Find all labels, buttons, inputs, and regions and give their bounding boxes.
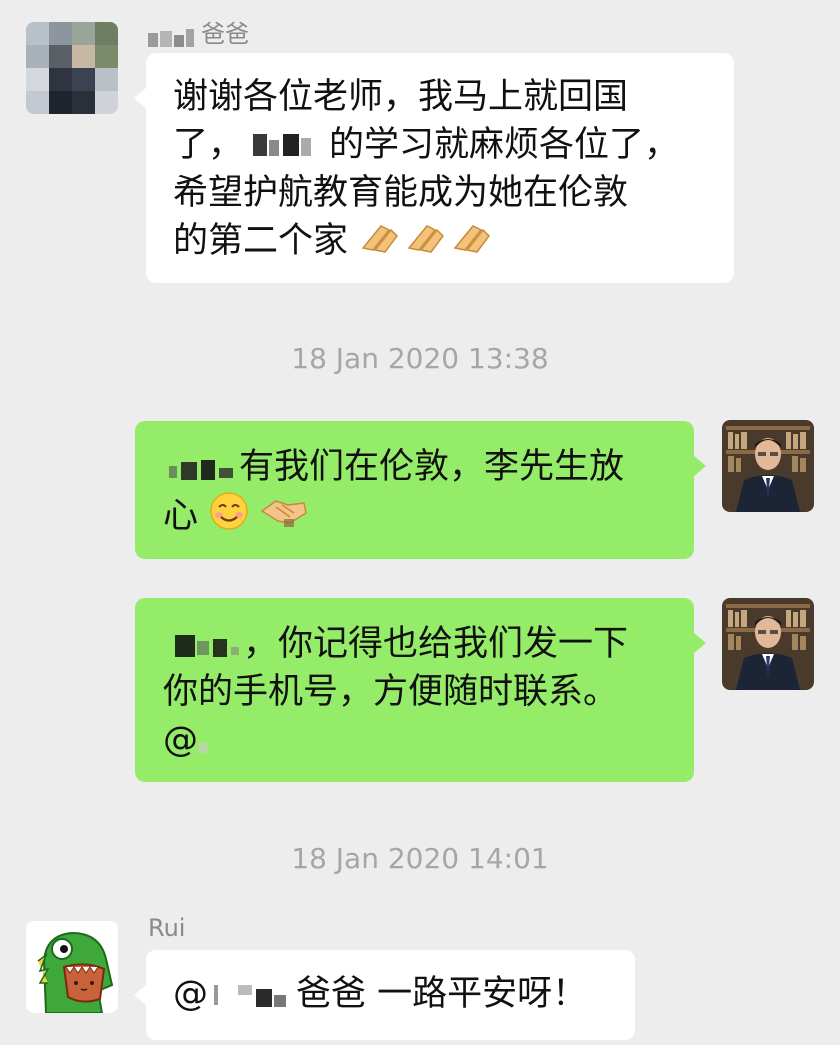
- praying-hands-icon: [359, 218, 495, 267]
- timestamp-2: 18 Jan 2020 14:01: [291, 842, 549, 875]
- message-line: 心: [163, 491, 694, 544]
- advisor-avatar-2[interactable]: [722, 598, 814, 690]
- message-line: @: [163, 716, 694, 764]
- redacted-name-icon: [243, 132, 329, 160]
- pixelated-avatar-icon: [26, 22, 118, 114]
- sender-name-dad: 爸爸: [148, 14, 249, 49]
- sender-avatar-dad[interactable]: [26, 22, 118, 114]
- message-line: 有我们在伦敦，李先生放: [163, 443, 694, 491]
- message-line: 谢谢各位老师，我马上就回国: [173, 77, 629, 117]
- sender-name-rui: Rui: [148, 914, 186, 942]
- message-line: @ 爸爸 一路平安呀！: [173, 974, 588, 1014]
- advisor-avatar-1[interactable]: [722, 420, 814, 512]
- redacted-name-icon: [208, 981, 296, 1009]
- redacted-name-icon: [163, 631, 243, 659]
- redacted-name-icon: [148, 27, 196, 49]
- message-bubble-1[interactable]: 谢谢各位老师，我马上就回国 了， 的学习就麻烦各位了， 希望护航教育能成为她在伦…: [134, 53, 734, 283]
- redacted-name-icon: [163, 454, 239, 482]
- sender-avatar-rui[interactable]: [26, 921, 118, 1013]
- advisor-avatar-icon: [722, 420, 814, 512]
- smiling-face-icon: [209, 491, 249, 544]
- dinosaur-avatar-icon: [26, 921, 118, 1013]
- message-bubble-4[interactable]: @ 爸爸 一路平安呀！: [134, 950, 635, 1040]
- message-line: ，你记得也给我们发一下: [163, 620, 694, 668]
- message-line: 的第二个家: [173, 217, 734, 267]
- message-line: 了， 的学习就麻烦各位了，: [173, 125, 680, 165]
- sender-name-text: 爸爸: [201, 20, 250, 48]
- handshake-icon: [260, 493, 308, 542]
- message-bubble-3[interactable]: ，你记得也给我们发一下 你的手机号，方便随时联系。 @: [135, 598, 706, 782]
- message-line: 希望护航教育能成为她在伦敦: [173, 173, 629, 213]
- message-line: 你的手机号，方便随时联系。: [163, 672, 619, 712]
- message-bubble-2[interactable]: 有我们在伦敦，李先生放 心: [135, 421, 706, 559]
- redacted-name-icon: [198, 727, 218, 755]
- timestamp-1: 18 Jan 2020 13:38: [291, 342, 549, 375]
- advisor-avatar-icon: [722, 598, 814, 690]
